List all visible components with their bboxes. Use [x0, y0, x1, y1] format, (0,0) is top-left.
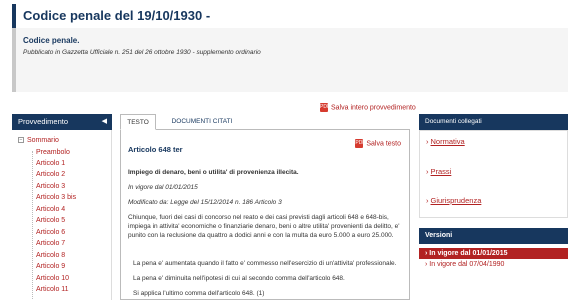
content-tabs: TESTO DOCUMENTI CITATI [120, 114, 410, 130]
tree-item[interactable]: Articolo 5 [36, 217, 65, 224]
tree-item[interactable]: Articolo 3 [36, 183, 65, 190]
title-bar: Codice penale del 19/10/1930 - [12, 4, 568, 28]
related-link-normativa[interactable]: › Normativa [426, 137, 465, 146]
tree-item[interactable]: Articolo 1 [36, 160, 65, 167]
tree-item[interactable]: Preambolo [36, 149, 70, 156]
article-modified-by: Modificato da: Legge del 15/12/2014 n. 1… [128, 199, 282, 206]
article-title: Articolo 648 ter [128, 145, 183, 154]
tree-item[interactable]: Articolo 11 [36, 286, 69, 293]
header-box: Codice penale. Pubblicato in Gazzetta Uf… [12, 28, 568, 92]
article-paragraph: Si applica l'ultimo comma dell'articolo … [133, 290, 265, 297]
version-item-current[interactable]: › In vigore dal 01/01/2015 [419, 248, 568, 259]
tree-item[interactable]: Articolo 7 [36, 240, 65, 247]
save-text-link[interactable]: PDFSalva testo [355, 139, 401, 148]
article-content: Articolo 648 ter PDFSalva testo Impiego … [120, 130, 410, 300]
tree-toggle-icon[interactable]: − [18, 137, 24, 144]
related-docs-box: › Normativa › Prassi › Giurisprudenza [419, 130, 568, 218]
chevron-right-icon: › [426, 137, 429, 146]
pdf-icon: PDF [355, 139, 366, 148]
law-subtitle: Codice penale. [23, 36, 80, 45]
tree-item[interactable]: Articolo 6 [36, 229, 65, 236]
tree-item-sommario[interactable]: − Sommario [18, 137, 59, 144]
provvedimento-heading: Provvedimento [18, 117, 69, 126]
article-paragraph: La pena e' diminuita nell'ipotesi di cui… [133, 275, 345, 282]
pdf-icon: PDF [320, 103, 330, 112]
save-full-label: Salva intero provvedimento [331, 104, 416, 112]
save-full-provision-link[interactable]: PDFSalva intero provvedimento [320, 103, 416, 112]
versions-header: Versioni [419, 228, 568, 244]
tree-item[interactable]: Articolo 4 [36, 206, 65, 213]
save-text-label: Salva testo [366, 140, 401, 148]
tree-item[interactable]: Articolo 10 [36, 275, 69, 282]
related-docs-header: Documenti collegati [419, 114, 568, 130]
article-body: Chiunque, fuori dei casi di concorso nel… [128, 214, 400, 239]
article-in-force: In vigore dal 01/01/2015 [128, 184, 198, 191]
tab-testo[interactable]: TESTO [120, 114, 156, 130]
tab-documenti-citati[interactable]: DOCUMENTI CITATI [162, 114, 242, 130]
tree-item[interactable]: Articolo 3 bis [36, 194, 76, 201]
tree-connector [32, 151, 33, 300]
tree-item[interactable]: Articolo 8 [36, 252, 65, 259]
article-heading: Impiego di denaro, beni o utilita' di pr… [128, 169, 299, 176]
related-link-giurisprudenza[interactable]: › Giurisprudenza [426, 196, 481, 205]
tree-item[interactable]: Articolo 2 [36, 171, 65, 178]
article-paragraph: La pena e' aumentata quando il fatto e' … [133, 260, 397, 267]
chevron-right-icon: › [426, 167, 429, 176]
chevron-right-icon: › [426, 196, 429, 205]
publication-info: Pubblicato in Gazzetta Ufficiale n. 251 … [23, 49, 261, 56]
page-title: Codice penale del 19/10/1930 - [23, 8, 211, 23]
tree-item[interactable]: Articolo 9 [36, 263, 65, 270]
version-item[interactable]: › In vigore dal 07/04/1990 [419, 259, 568, 270]
collapse-arrow-icon[interactable]: ◀ [102, 114, 107, 130]
related-link-prassi[interactable]: › Prassi [426, 167, 451, 176]
provvedimento-panel-header[interactable]: Provvedimento ◀ [12, 114, 112, 130]
article-tree: − Sommario Preambolo Articolo 1 Articolo … [12, 130, 112, 300]
